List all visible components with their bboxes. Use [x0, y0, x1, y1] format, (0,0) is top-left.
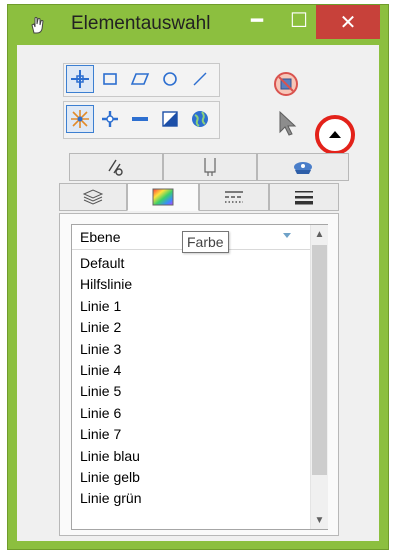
selection-mode-toolbar — [63, 101, 220, 139]
linestyle-tab-icon — [225, 191, 243, 203]
list-item[interactable]: Hilfslinie — [80, 274, 142, 295]
level-tab[interactable] — [59, 183, 127, 211]
maximize-button[interactable]: ☐ — [282, 5, 316, 35]
list-item[interactable]: Linie 1 — [80, 296, 142, 317]
element-selection-window: Elementauswahl ━ ☐ ✕ Ebene Farbe Default… — [7, 4, 389, 550]
display-tab[interactable] — [257, 153, 349, 181]
list-item[interactable]: Linie 7 — [80, 424, 142, 445]
color-tab[interactable] — [127, 183, 199, 211]
lineweight-tab[interactable] — [269, 183, 339, 211]
level-column-header[interactable]: Ebene — [80, 229, 120, 245]
lineweight-tab-icon — [295, 191, 313, 205]
window-title: Elementauswahl — [71, 13, 211, 34]
clear-selection-icon[interactable] — [273, 71, 299, 97]
minimize-button[interactable]: ━ — [240, 5, 274, 35]
list-item[interactable]: Linie gelb — [80, 467, 142, 488]
minus-icon[interactable] — [126, 105, 154, 133]
level-list: Default Hilfslinie Linie 1 Linie 2 Linie… — [80, 253, 142, 510]
plus-icon[interactable] — [96, 105, 124, 133]
close-button[interactable]: ✕ — [316, 5, 380, 39]
level-tab-icon — [82, 189, 104, 205]
collapse-arrow-icon[interactable] — [326, 127, 344, 141]
hand-app-icon — [31, 17, 44, 34]
circle-icon[interactable] — [156, 65, 184, 93]
list-item[interactable]: Linie 6 — [80, 403, 142, 424]
selection-method-toolbar — [63, 63, 220, 97]
invert-icon[interactable] — [156, 105, 184, 133]
upper-tab-row — [69, 153, 349, 181]
scroll-up-button[interactable]: ▲ — [311, 225, 328, 243]
attributes-tab-icon — [108, 159, 123, 176]
list-item[interactable]: Linie grün — [80, 488, 142, 509]
color-tab-panel: Ebene Farbe Default Hilfslinie Linie 1 L… — [59, 213, 339, 536]
attributes-tab[interactable] — [69, 153, 163, 181]
scroll-thumb[interactable] — [312, 245, 327, 475]
listbox-header[interactable]: Ebene Farbe — [72, 225, 327, 253]
list-item[interactable]: Linie 5 — [80, 381, 142, 402]
rectangle-icon[interactable] — [96, 65, 124, 93]
linestyle-tab[interactable] — [199, 183, 269, 211]
list-item[interactable]: Linie 2 — [80, 317, 142, 338]
window-content: Ebene Farbe Default Hilfslinie Linie 1 L… — [17, 45, 379, 541]
crosshair-select-icon[interactable] — [66, 65, 94, 93]
color-tab-icon — [152, 188, 174, 206]
display-tab-icon — [294, 162, 312, 174]
pointer-select-icon[interactable] — [275, 109, 299, 137]
title-bar[interactable]: Elementauswahl ━ ☐ ✕ — [8, 5, 388, 45]
list-item[interactable]: Default — [80, 253, 142, 274]
level-listbox[interactable]: Ebene Farbe Default Hilfslinie Linie 1 L… — [71, 224, 328, 530]
templates-tab[interactable] — [163, 153, 257, 181]
list-item[interactable]: Linie 4 — [80, 360, 142, 381]
parallelogram-icon[interactable] — [126, 65, 154, 93]
line-icon[interactable] — [186, 65, 214, 93]
sort-arrow-icon[interactable] — [282, 230, 292, 240]
vertical-scrollbar[interactable]: ▲ ▼ — [310, 225, 328, 529]
lower-tab-row — [59, 183, 339, 211]
list-item[interactable]: Linie blau — [80, 446, 142, 467]
list-item[interactable]: Linie 3 — [80, 339, 142, 360]
globe-icon[interactable] — [186, 105, 214, 133]
templates-tab-icon — [204, 158, 216, 176]
star-select-icon[interactable] — [66, 105, 94, 133]
column-tooltip: Farbe — [182, 231, 229, 253]
scroll-down-button[interactable]: ▼ — [311, 511, 328, 529]
